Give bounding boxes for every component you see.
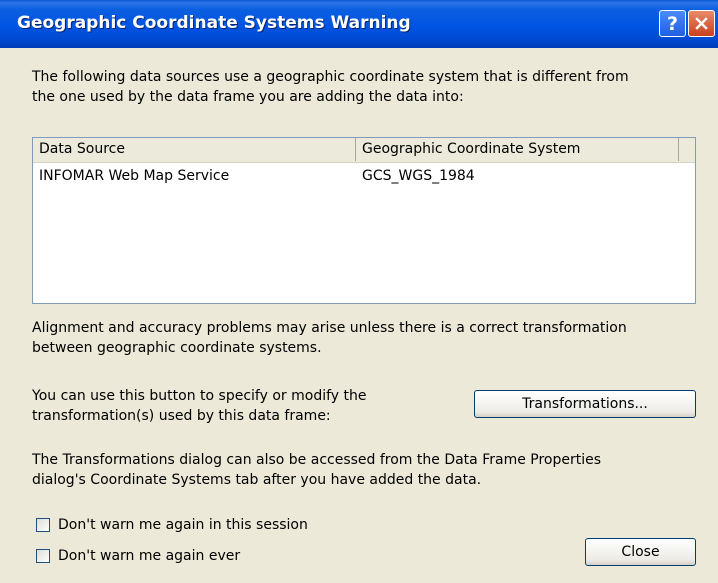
dialog-window: Geographic Coordinate Systems Warning ? … [0, 0, 718, 583]
ever-checkbox[interactable] [36, 549, 50, 563]
intro-text-line-1: The following data sources use a geograp… [32, 69, 629, 85]
close-button[interactable]: Close [585, 538, 696, 566]
transform-hint-line-2: transformation(s) used by this data fram… [32, 408, 331, 424]
help-icon: ? [666, 12, 679, 35]
data-sources-list[interactable]: Data Source Geographic Coordinate System… [32, 137, 696, 304]
transform-hint-line-1: You can use this button to specify or mo… [32, 388, 367, 404]
transformations-button[interactable]: Transformations... [474, 390, 696, 418]
intro-text-line-2: the one used by the data frame you are a… [32, 89, 464, 105]
column-header-coordinate-system[interactable]: Geographic Coordinate System [356, 138, 679, 161]
session-checkbox-label[interactable]: Don't warn me again in this session [58, 515, 308, 535]
note-text-line-2: dialog's Coordinate Systems tab after yo… [32, 472, 482, 488]
ever-checkbox-label[interactable]: Don't warn me again ever [58, 546, 240, 566]
cell-data-source: INFOMAR Web Map Service [39, 168, 230, 184]
column-header-data-source[interactable]: Data Source [33, 138, 356, 161]
close-window-button[interactable] [688, 10, 715, 37]
title-bar[interactable]: Geographic Coordinate Systems Warning ? [0, 0, 718, 48]
list-header: Data Source Geographic Coordinate System [33, 138, 695, 163]
close-icon [695, 17, 708, 30]
column-header-filler [679, 138, 695, 161]
alignment-text-line-1: Alignment and accuracy problems may aris… [32, 320, 627, 336]
help-button[interactable]: ? [659, 10, 686, 37]
session-checkbox[interactable] [36, 518, 50, 532]
note-text-line-1: The Transformations dialog can also be a… [32, 452, 602, 468]
alignment-text-line-2: between geographic coordinate systems. [32, 340, 322, 356]
cell-coordinate-system: GCS_WGS_1984 [362, 168, 475, 184]
dialog-title: Geographic Coordinate Systems Warning [17, 13, 411, 33]
